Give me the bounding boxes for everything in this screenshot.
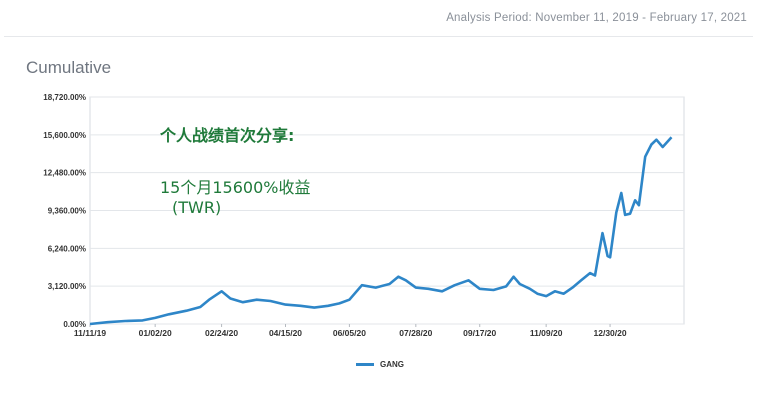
y-axis-ticks: 0.00%3,120.00%6,240.00%9,360.00%12,480.0… — [43, 93, 86, 329]
y-tick-label: 3,120.00% — [48, 282, 86, 291]
y-tick-label: 15,600.00% — [43, 131, 86, 140]
x-tick-label: 11/09/20 — [530, 328, 563, 338]
x-tick-label: 04/15/20 — [269, 328, 302, 338]
x-tick-label: 07/28/20 — [399, 328, 432, 338]
y-tick-label: 6,240.00% — [48, 244, 86, 253]
series-line-gang — [89, 136, 673, 326]
series-lines — [89, 136, 673, 326]
y-tick-label: 9,360.00% — [48, 207, 86, 216]
chart-legend[interactable]: GANG — [356, 360, 404, 369]
x-tick-label: 09/17/20 — [463, 328, 496, 338]
legend-label: GANG — [380, 360, 404, 369]
x-tick-label: 06/05/20 — [333, 328, 366, 338]
annotation-return: 15个月15600%收益 — [160, 178, 311, 197]
y-tick-label: 18,720.00% — [43, 93, 86, 102]
x-tick-label: 02/24/20 — [205, 328, 238, 338]
annotation-twr: (TWR) — [172, 198, 222, 217]
cumulative-chart: 0.00%3,120.00%6,240.00%9,360.00%12,480.0… — [43, 93, 685, 338]
legend-swatch — [356, 363, 374, 366]
x-axis-ticks: 11/11/19 01/02/20 02/24/20 04/15/20 06/05/20… — [74, 324, 627, 338]
x-tick-label: 01/02/20 — [139, 328, 172, 338]
x-tick-label: 11/11/19 — [74, 328, 106, 338]
y-tick-label: 12,480.00% — [43, 169, 86, 178]
annotation-title: 个人战绩首次分享: — [160, 126, 295, 145]
x-tick-label: 12/30/20 — [594, 328, 627, 338]
